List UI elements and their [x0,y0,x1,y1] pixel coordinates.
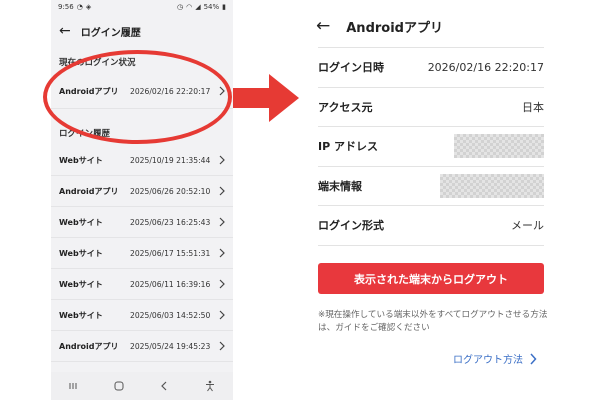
history-list: Webサイト 2025/10/19 21:35:44 Androidアプリ 20… [51,145,233,362]
chevron-right-icon [219,186,225,196]
home-icon[interactable] [113,380,125,392]
page-title: ログイン履歴 [80,27,141,39]
battery-level: 54% [203,3,220,11]
chevron-right-icon [219,341,225,351]
login-kind: Webサイト [59,248,103,258]
chevron-right-icon [219,155,225,165]
detail-title: Androidアプリ [346,20,443,36]
login-time: 2025/06/11 16:39:16 [130,279,211,289]
detail-value: 日本 [522,100,544,114]
login-kind: Androidアプリ [59,186,119,196]
login-time: 2025/10/19 21:35:44 [130,155,211,165]
android-nav-bar [51,372,233,400]
login-time: 2026/02/16 22:20:17 [130,86,211,96]
detail-label: ログイン形式 [318,219,384,233]
detail-row-device-info: 端末情報 [318,167,544,206]
accessibility-icon[interactable] [204,380,216,392]
detail-row-access-origin: アクセス元 日本 [318,88,544,127]
history-row[interactable]: Webサイト 2025/06/11 16:39:16 [51,269,233,300]
login-kind: Webサイト [59,279,103,289]
status-time: 9:56 [58,3,74,11]
alarm-icon: ◷ [176,2,184,11]
detail-label: ログイン日時 [318,61,384,75]
detail-label: 端末情報 [318,179,362,193]
history-row[interactable]: Webサイト 2025/10/19 21:35:44 [51,145,233,176]
history-row[interactable]: Webサイト 2025/06/03 14:52:50 [51,300,233,331]
detail-label: アクセス元 [318,100,373,114]
battery-icon: ▮ [222,2,226,11]
chevron-right-icon [219,86,225,96]
login-time: 2025/06/23 16:25:43 [130,217,211,227]
detail-list: ログイン日時 2026/02/16 22:20:17 アクセス元 日本 IP ア… [318,47,544,246]
current-login-section-label: 現在のログイン状況 [59,58,136,68]
login-kind: Webサイト [59,310,103,320]
back-arrow-icon[interactable]: ← [316,17,330,35]
login-kind: Webサイト [59,155,103,165]
current-login-row[interactable]: Androidアプリ 2026/02/16 22:20:17 [51,74,233,109]
history-section-label: ログイン履歴 [59,129,111,139]
pointer-arrow [233,74,299,122]
login-history-screen: 9:56 ◔ ◈ ◷ ◠ ◢ 54% ▮ ← ログイン履歴 現在のログイン状況 … [51,0,233,400]
detail-label: IP アドレス [318,140,378,154]
app-header: ← ログイン履歴 [51,14,233,48]
chevron-right-icon [219,248,225,258]
detail-value: 2026/02/16 22:20:17 [427,60,544,74]
login-detail-screen: ← Androidアプリ ログイン日時 2026/02/16 22:20:17 … [300,0,600,400]
notification-icon: ◔ [76,2,83,11]
login-time: 2025/06/26 20:52:10 [130,186,211,196]
detail-value: メール [511,219,544,233]
recent-apps-icon[interactable] [68,381,78,391]
redacted-ip-value [454,134,544,159]
login-time: 2025/06/03 14:52:50 [130,310,211,320]
logout-note: ※現在操作している端末以外をすべてログアウトさせる方法は、ガイドをご確認ください [318,310,548,333]
login-time: 2025/06/17 15:51:31 [130,248,211,258]
logout-device-button[interactable]: 表示された端末からログアウト [318,263,544,294]
detail-header: ← Androidアプリ [316,14,443,38]
login-kind: Androidアプリ [59,341,119,351]
redacted-device-value [440,173,544,198]
detail-row-login-datetime: ログイン日時 2026/02/16 22:20:17 [318,48,544,88]
history-row[interactable]: Webサイト 2025/06/23 16:25:43 [51,207,233,238]
detail-row-ip-address: IP アドレス [318,127,544,167]
chevron-right-icon [530,352,537,365]
logout-guide-link[interactable]: ログアウト方法 [453,351,537,366]
login-time: 2025/05/24 19:45:23 [130,341,211,351]
status-bar: 9:56 ◔ ◈ ◷ ◠ ◢ 54% ▮ [51,0,233,14]
logout-guide-link-label: ログアウト方法 [453,355,523,366]
chevron-right-icon [219,217,225,227]
wifi-icon: ◠ [186,2,193,11]
signal-icon: ◢ [195,2,201,11]
detail-row-login-method: ログイン形式 メール [318,206,544,246]
chevron-right-icon [219,310,225,320]
history-row[interactable]: Androidアプリ 2025/05/24 19:45:23 [51,331,233,362]
back-arrow-icon[interactable]: ← [59,24,71,38]
nav-back-icon[interactable] [159,381,169,391]
chevron-right-icon [219,279,225,289]
login-kind: Androidアプリ [59,86,119,96]
login-kind: Webサイト [59,217,103,227]
shield-icon: ◈ [85,2,92,11]
history-row[interactable]: Androidアプリ 2025/06/26 20:52:10 [51,176,233,207]
history-row[interactable]: Webサイト 2025/06/17 15:51:31 [51,238,233,269]
